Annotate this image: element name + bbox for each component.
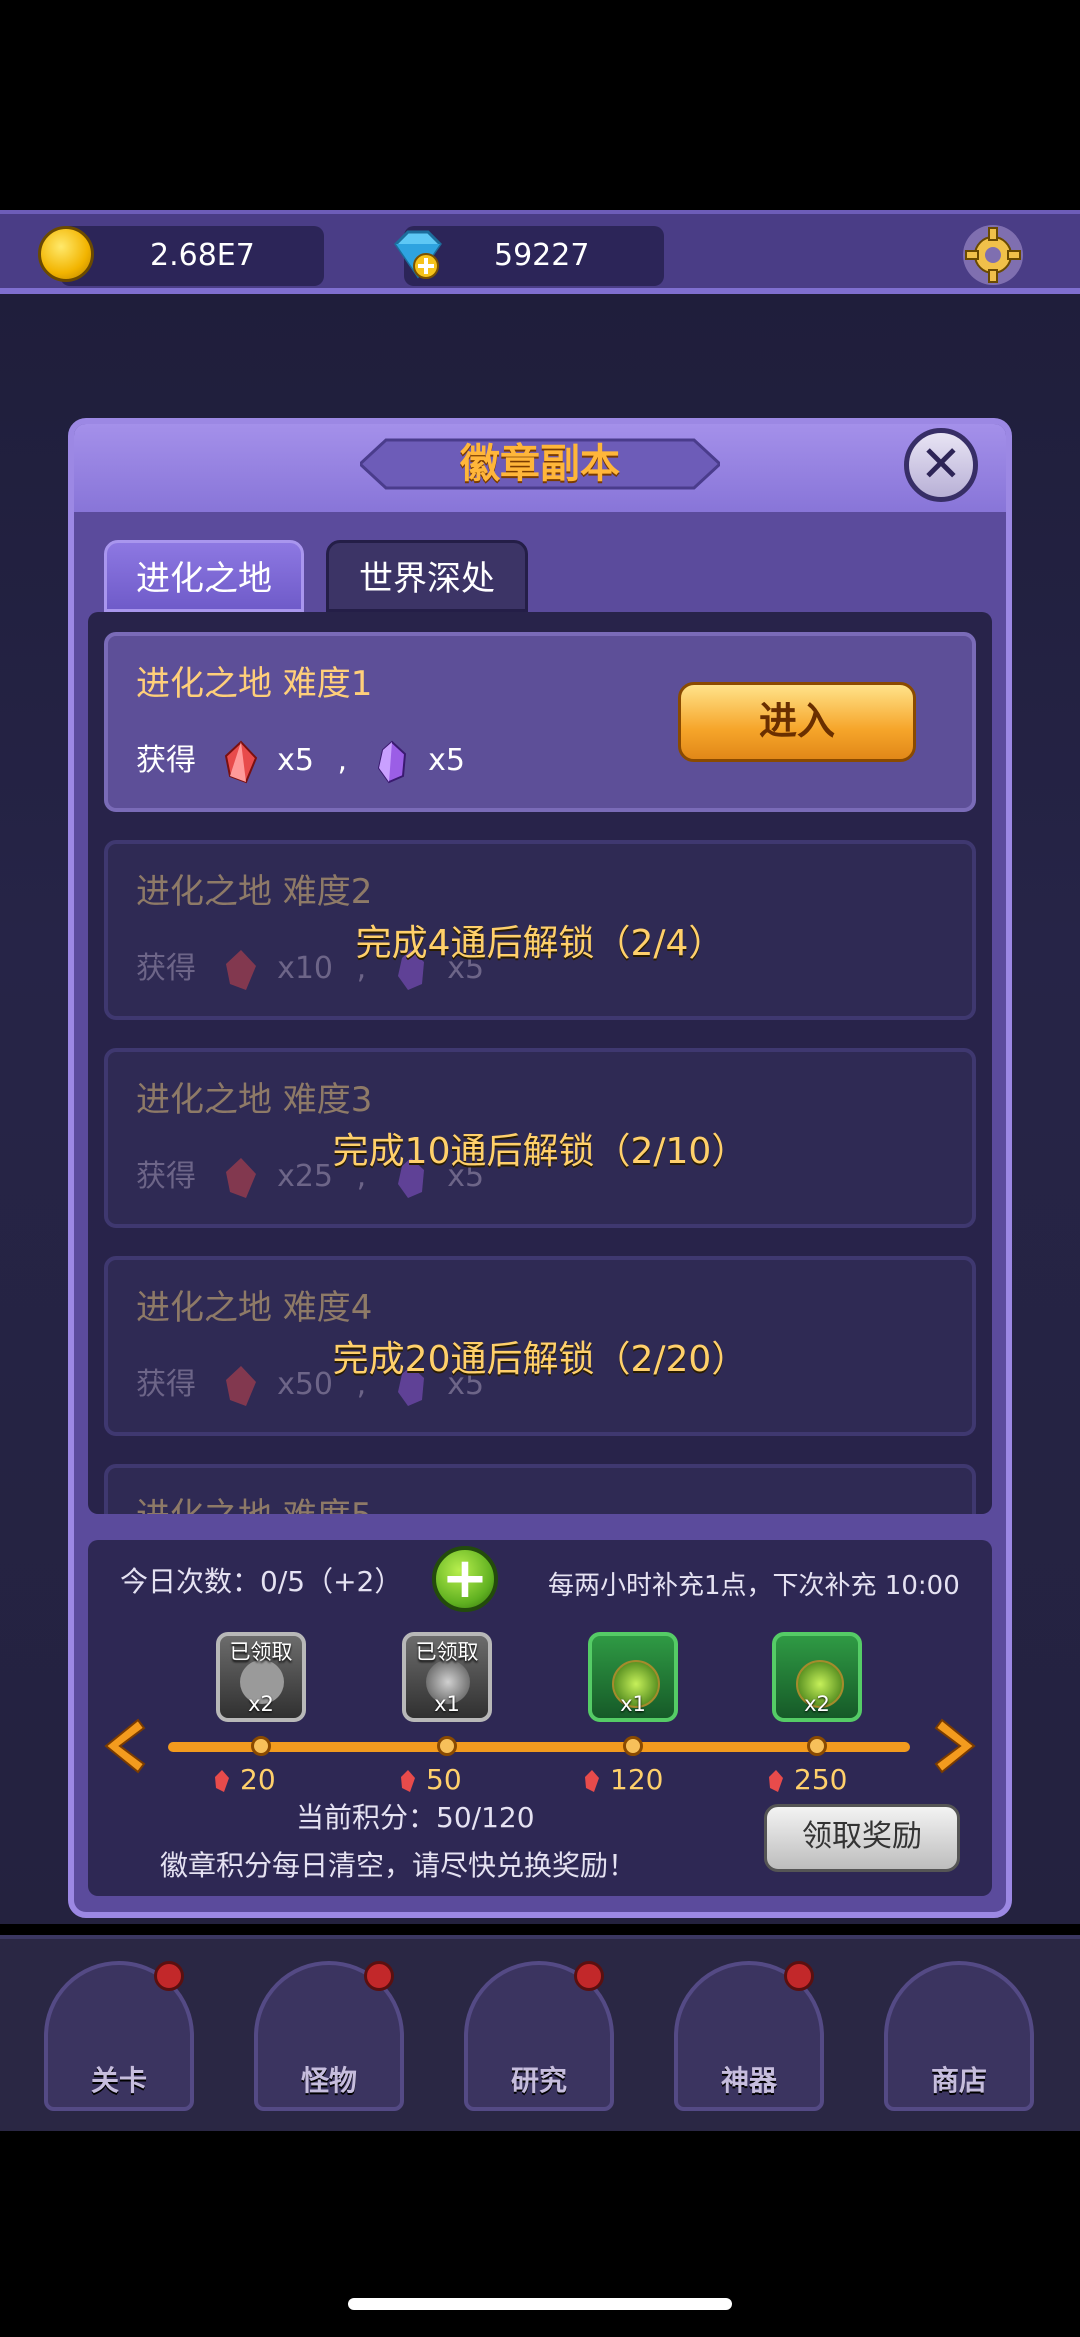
score-threshold: 120 xyxy=(584,1762,663,1798)
red-crystal-icon xyxy=(769,1770,783,1792)
reward-qty: x2 xyxy=(804,1692,830,1716)
level-title: 进化之地 难度3 xyxy=(136,1080,373,1120)
reward-qty: x1 xyxy=(620,1692,646,1716)
add-attempts-button[interactable]: + xyxy=(432,1546,498,1612)
red-qty: x5 xyxy=(277,743,314,778)
unlock-requirement: 完成10通后解锁（2/10） xyxy=(332,1131,748,1172)
gem-amount: 59227 xyxy=(494,238,590,273)
level-title: 进化之地 难度1 xyxy=(136,664,373,704)
score-value: 50 xyxy=(426,1763,462,1796)
bottom-navigation: 关卡 怪物 研究 神器 商店 xyxy=(0,1935,1080,2131)
level-title: 进化之地 难度5 xyxy=(136,1488,372,1514)
close-icon: ✕ xyxy=(920,435,962,493)
red-crystal-icon xyxy=(585,1770,599,1792)
purple-qty: x5 xyxy=(428,743,465,778)
level-title: 进化之地 难度2 xyxy=(136,872,373,912)
reward-chest-250[interactable]: x2 xyxy=(772,1632,862,1722)
reward-qty: x1 xyxy=(434,1692,460,1716)
claimed-label: 已领取 xyxy=(229,1640,293,1664)
dialog-title: 徽章副本 xyxy=(460,441,620,487)
chevron-right-icon[interactable] xyxy=(934,1716,982,1776)
score-threshold: 50 xyxy=(400,1762,462,1798)
nav-label: 研究 xyxy=(510,2064,567,2097)
score-threshold: 250 xyxy=(768,1762,847,1798)
claimed-label: 已领取 xyxy=(415,1640,479,1664)
gold-amount: 2.68E7 xyxy=(150,238,255,273)
notification-dot xyxy=(784,1961,814,1991)
gold-pill: 2.68E7 xyxy=(60,226,324,286)
nav-monsters[interactable]: 怪物 xyxy=(254,1961,404,2111)
level-list[interactable]: 进化之地 难度1 获得 x5 , x5 进入 进化之地 难度2 获得 x10 ,… xyxy=(88,612,992,1514)
level-card-2: 进化之地 难度2 获得 x10 , x5 完成4通后解锁（2/4） xyxy=(104,840,976,1020)
nav-artifacts[interactable]: 神器 xyxy=(674,1961,824,2111)
score-value: 20 xyxy=(240,1763,276,1796)
separator: , xyxy=(337,743,348,778)
reward-chest-20[interactable]: 已领取 x2 xyxy=(216,1632,306,1722)
red-crystal-icon xyxy=(215,1770,229,1792)
daily-attempts: 今日次数：0/5（+2） xyxy=(120,1565,403,1598)
level-card-5: 进化之地 难度5 xyxy=(104,1464,976,1514)
level-title: 进化之地 难度4 xyxy=(136,1288,373,1328)
score-value: 120 xyxy=(610,1763,664,1796)
reward-chest-50[interactable]: 已领取 x1 xyxy=(402,1632,492,1722)
refill-info: 每两小时补充1点，下次补充 10:00 xyxy=(548,1571,960,1601)
track-node xyxy=(807,1736,827,1756)
track-node xyxy=(251,1736,271,1756)
home-indicator[interactable] xyxy=(348,2298,732,2310)
reward-label: 获得 xyxy=(136,743,196,778)
nav-label: 怪物 xyxy=(300,2064,357,2097)
unlock-requirement: 完成4通后解锁（2/4） xyxy=(355,923,725,964)
red-crystal-icon xyxy=(224,740,257,783)
notification-dot xyxy=(364,1961,394,1991)
reset-notice: 徽章积分每日清空，请尽快兑换奖励！ xyxy=(160,1849,637,1882)
gold-coin-icon xyxy=(38,226,94,282)
notification-dot xyxy=(154,1961,184,1991)
score-value: 250 xyxy=(794,1763,848,1796)
chevron-left-icon[interactable] xyxy=(98,1716,146,1776)
purple-crystal-icon xyxy=(377,740,406,783)
nav-shop[interactable]: 商店 xyxy=(884,1961,1034,2111)
plus-icon: + xyxy=(441,1546,489,1611)
reward-row: 获得 x5 , x5 xyxy=(136,736,465,786)
close-button[interactable]: ✕ xyxy=(904,428,978,502)
tab-evolution-land[interactable]: 进化之地 xyxy=(104,540,304,612)
notification-dot xyxy=(574,1961,604,1991)
reward-chest-120[interactable]: x1 xyxy=(588,1632,678,1722)
score-progress-track xyxy=(168,1742,910,1752)
track-node xyxy=(623,1736,643,1756)
nav-stages[interactable]: 关卡 xyxy=(44,1961,194,2111)
gear-icon[interactable] xyxy=(958,220,1028,290)
current-score: 当前积分：50/120 xyxy=(296,1801,535,1834)
nav-research[interactable]: 研究 xyxy=(464,1961,614,2111)
red-crystal-icon xyxy=(401,1770,415,1792)
resource-bar: 2.68E7 59227 xyxy=(0,210,1080,294)
reward-qty: x2 xyxy=(248,1692,274,1716)
diamond-plus-icon[interactable] xyxy=(388,226,444,282)
enter-button[interactable]: 进入 xyxy=(678,682,916,762)
tab-world-depths[interactable]: 世界深处 xyxy=(326,540,528,612)
unlock-requirement: 完成20通后解锁（2/20） xyxy=(332,1339,748,1380)
score-threshold: 20 xyxy=(214,1762,276,1798)
level-card-4: 进化之地 难度4 获得 x50 , x5 完成20通后解锁（2/20） xyxy=(104,1256,976,1436)
nav-label: 神器 xyxy=(720,2064,777,2097)
claim-reward-button[interactable]: 领取奖励 xyxy=(764,1804,960,1872)
nav-label: 商店 xyxy=(930,2064,987,2097)
level-card-1: 进化之地 难度1 获得 x5 , x5 进入 xyxy=(104,632,976,812)
track-node xyxy=(437,1736,457,1756)
level-card-3: 进化之地 难度3 获得 x25 , x5 完成10通后解锁（2/10） xyxy=(104,1048,976,1228)
nav-label: 关卡 xyxy=(90,2064,147,2097)
